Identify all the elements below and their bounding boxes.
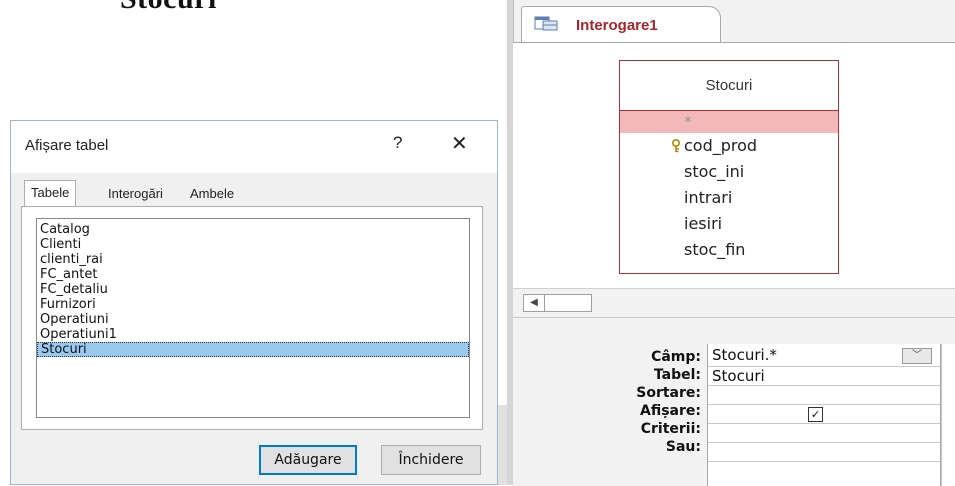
row-label-criterii: Criterii: <box>640 421 701 437</box>
row-label-sau: Sau: <box>665 439 701 455</box>
tab-ambele[interactable]: Ambele <box>184 183 240 205</box>
query-icon <box>534 16 558 31</box>
dialog-title: Afișare tabel <box>25 137 109 154</box>
close-button[interactable]: Închidere <box>381 445 481 475</box>
tables-listbox[interactable]: Catalog Clienti clienti_rai FC_antet FC_… <box>36 218 470 418</box>
list-item[interactable]: clienti_rai <box>37 252 469 267</box>
tab-interogare1[interactable]: Interogare1 <box>521 6 721 43</box>
help-icon[interactable]: ? <box>393 133 402 153</box>
list-item[interactable]: Furnizori <box>37 297 469 312</box>
show-cell[interactable]: ✓ <box>708 405 940 424</box>
chevron-down-icon[interactable]: ﹀ <box>902 348 932 364</box>
show-checkbox[interactable]: ✓ <box>808 407 823 422</box>
field-cell[interactable]: Stocuri.* ﹀ <box>708 344 940 367</box>
background-window-edge <box>498 405 507 485</box>
field-list-title: Stocuri <box>620 61 838 111</box>
show-table-dialog: Afișare tabel ? ✕ Tabele Interogări Ambe… <box>10 120 498 485</box>
field-item[interactable]: cod_prod <box>620 133 838 159</box>
list-item[interactable]: FC_detaliu <box>37 282 469 297</box>
field-item[interactable]: stoc_fin <box>620 237 838 263</box>
grid-column-2[interactable] <box>941 344 955 486</box>
query-grid: Câmp: Tabel: Sortare: Afișare: Criterii:… <box>513 317 955 486</box>
field-label: cod_prod <box>684 136 758 155</box>
key-icon <box>672 139 680 153</box>
add-button[interactable]: Adăugare <box>259 445 357 475</box>
row-label-tabel: Tabel: <box>653 367 701 383</box>
page-heading: Stocuri <box>120 0 217 16</box>
field-item[interactable]: iesiri <box>620 211 838 237</box>
query-design-view: Interogare1 Stocuri * cod_prod stoc_ini … <box>507 0 955 486</box>
tab-tabele[interactable]: Tabele <box>24 180 77 207</box>
tab-label: Interogare1 <box>576 17 658 34</box>
horizontal-scrollbar[interactable]: ◀ <box>513 288 955 318</box>
list-item-selected[interactable]: Stocuri <box>37 342 469 357</box>
sort-cell[interactable] <box>708 386 940 405</box>
list-item[interactable]: Operatiuni1 <box>37 327 469 342</box>
row-label-sortare: Sortare: <box>636 385 701 401</box>
field-item[interactable]: stoc_ini <box>620 159 838 185</box>
tab-panel: Catalog Clienti clienti_rai FC_antet FC_… <box>21 206 483 430</box>
row-label-afisare: Afișare: <box>640 403 701 419</box>
field-value: Stocuri.* <box>712 346 777 364</box>
field-all[interactable]: * <box>620 111 838 133</box>
field-list-stocuri[interactable]: Stocuri * cod_prod stoc_ini intrari iesi… <box>619 60 839 274</box>
criteria-cell[interactable] <box>708 424 940 443</box>
table-cell[interactable]: Stocuri <box>708 367 940 386</box>
list-item[interactable]: FC_antet <box>37 267 469 282</box>
field-item[interactable]: intrari <box>620 185 838 211</box>
scroll-left-icon[interactable]: ◀ <box>523 294 545 312</box>
list-item[interactable]: Catalog <box>37 222 469 237</box>
or-cell[interactable] <box>708 443 940 462</box>
list-item[interactable]: Clienti <box>37 237 469 252</box>
grid-row-labels: Câmp: Tabel: Sortare: Afișare: Criterii:… <box>513 348 701 456</box>
scroll-thumb[interactable] <box>544 294 592 312</box>
row-label-camp: Câmp: <box>651 349 701 365</box>
dialog-body: Tabele Interogări Ambele Catalog Clienti… <box>11 173 497 484</box>
close-icon[interactable]: ✕ <box>451 131 468 156</box>
tab-interogari[interactable]: Interogări <box>102 183 169 205</box>
grid-column-1: Stocuri.* ﹀ Stocuri ✓ <box>707 344 941 486</box>
list-item[interactable]: Operatiuni <box>37 312 469 327</box>
table-design-area: Stocuri * cod_prod stoc_ini intrari iesi… <box>513 42 955 289</box>
